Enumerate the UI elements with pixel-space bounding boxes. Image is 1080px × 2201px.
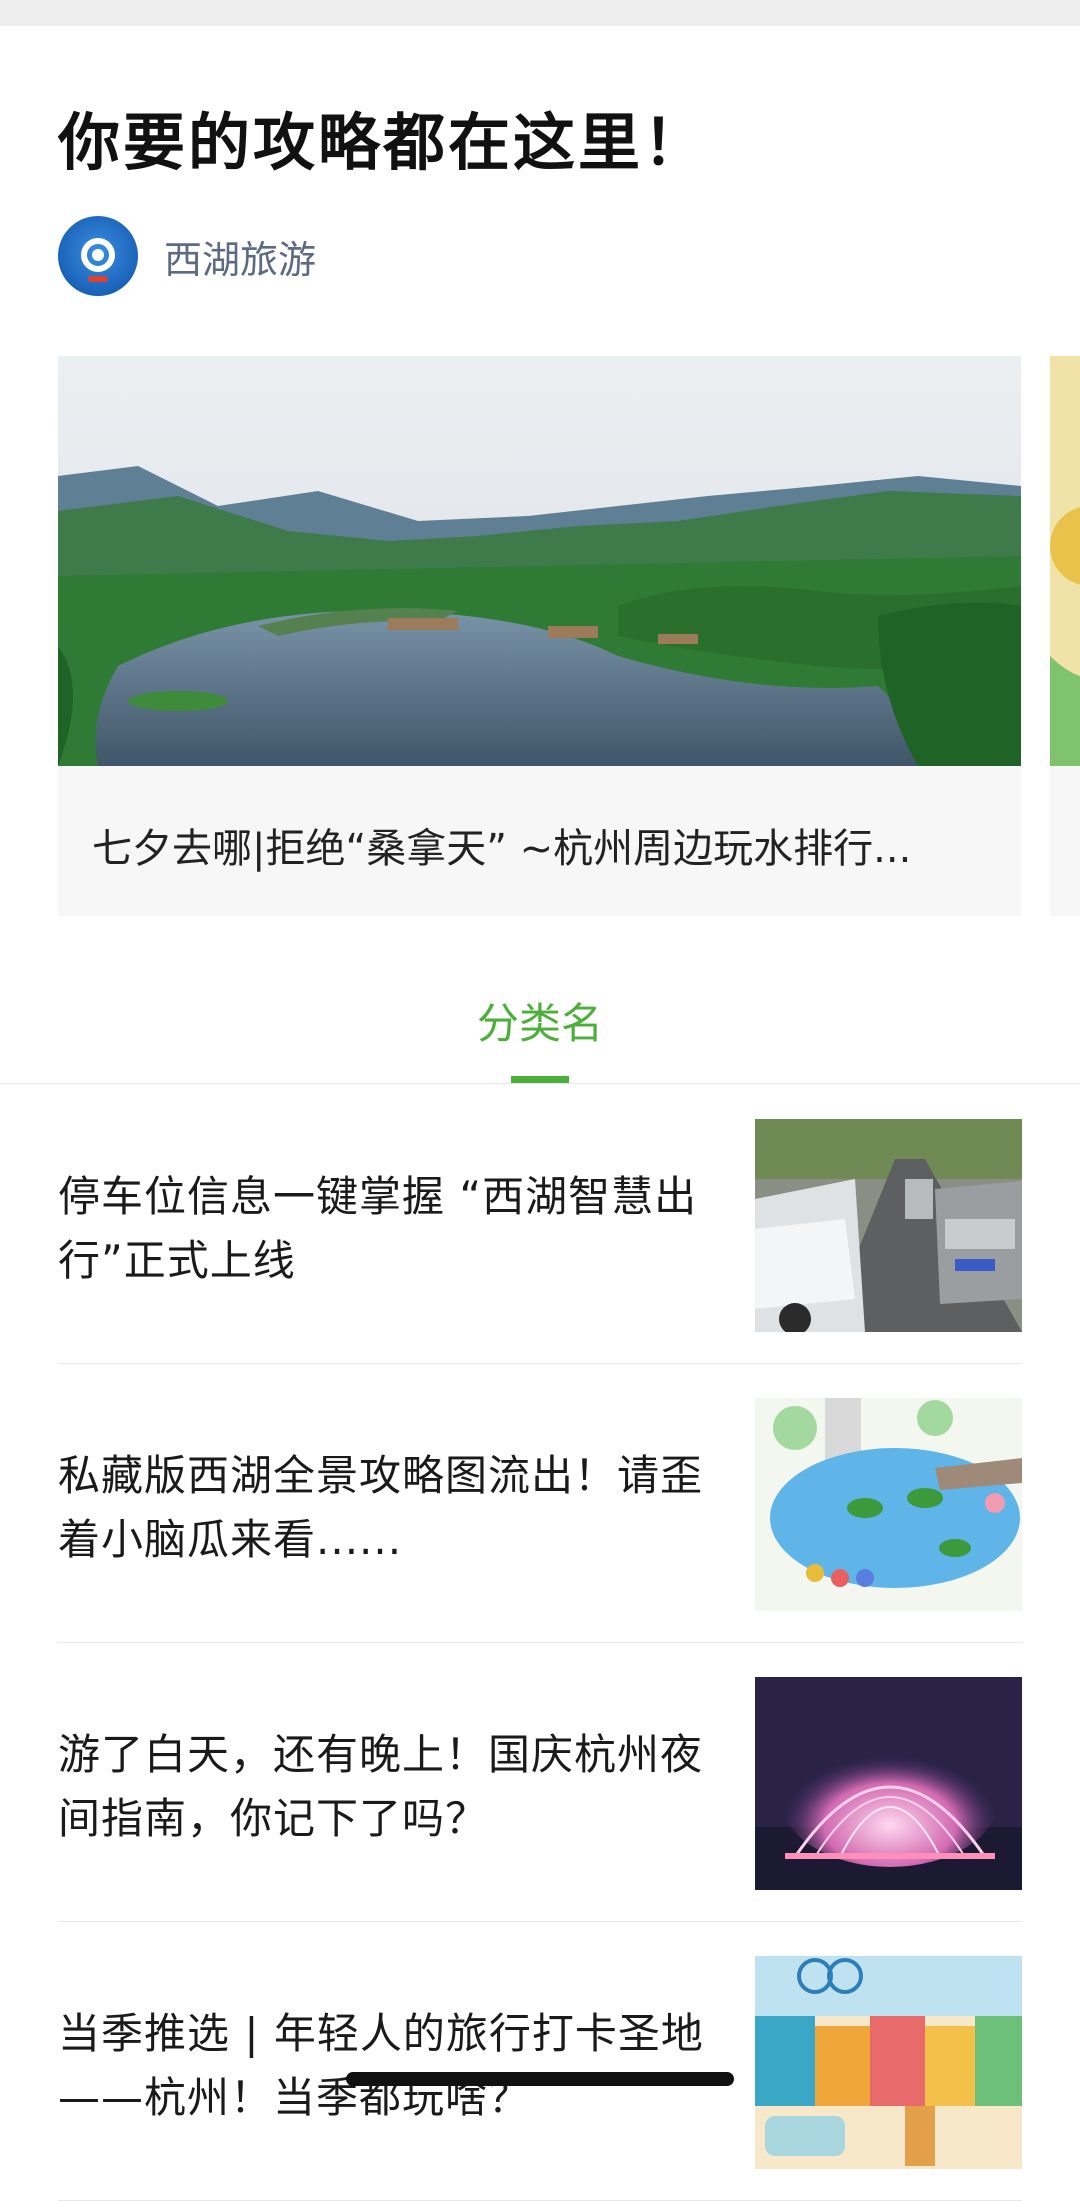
card-image-lake-landscape bbox=[58, 356, 1021, 766]
home-indicator[interactable] bbox=[346, 2072, 734, 2086]
article-title[interactable]: 游了白天，还有晚上！国庆杭州夜间指南，你记下了吗？ bbox=[58, 1723, 718, 1851]
status-bar-strip bbox=[0, 0, 1080, 26]
category-tab-bar: 分类名 bbox=[0, 980, 1080, 1084]
article-title[interactable]: 私藏版西湖全景攻略图流出！请歪着小脑瓜来看...... bbox=[58, 1444, 718, 1572]
featured-carousel[interactable]: 七夕去哪|拒绝“桑拿天” ~杭州周边玩水排行... bbox=[0, 356, 1080, 916]
tab-category[interactable]: 分类名 bbox=[440, 990, 640, 1051]
next-card-image bbox=[1050, 356, 1080, 766]
article-title[interactable]: 当季推选 | 年轻人的旅行打卡圣地——杭州！当季都玩啥？ bbox=[58, 2002, 718, 2130]
featured-card[interactable]: 七夕去哪|拒绝“桑拿天” ~杭州周边玩水排行... bbox=[58, 356, 1021, 916]
account-name[interactable]: 西湖旅游 bbox=[164, 229, 316, 284]
article-thumbnail-summer-poster[interactable] bbox=[755, 1956, 1022, 2169]
list-item[interactable]: 游了白天，还有晚上！国庆杭州夜间指南，你记下了吗？ bbox=[0, 1643, 1080, 1922]
list-item[interactable]: 当季推选 | 年轻人的旅行打卡圣地——杭州！当季都玩啥？ bbox=[0, 1922, 1080, 2201]
next-card-peek[interactable] bbox=[1050, 356, 1080, 916]
featured-card-title[interactable]: 七夕去哪|拒绝“桑拿天” ~杭州周边玩水排行... bbox=[92, 816, 992, 874]
article-thumbnail-parking[interactable] bbox=[755, 1119, 1022, 1332]
list-item[interactable]: 停车位信息一键掌握 “西湖智慧出行”正式上线 bbox=[0, 1085, 1080, 1364]
article-thumbnail-map-illustration[interactable] bbox=[755, 1398, 1022, 1611]
article-title[interactable]: 停车位信息一键掌握 “西湖智慧出行”正式上线 bbox=[58, 1165, 718, 1293]
tab-active-indicator bbox=[511, 1076, 569, 1083]
article-list: 停车位信息一键掌握 “西湖智慧出行”正式上线 私藏版西湖全景攻略图流出！请歪着小… bbox=[0, 1085, 1080, 2201]
account-row[interactable]: 西湖旅游 bbox=[58, 216, 316, 296]
article-thumbnail-night-fountain[interactable] bbox=[755, 1677, 1022, 1890]
list-item[interactable]: 私藏版西湖全景攻略图流出！请歪着小脑瓜来看...... bbox=[0, 1364, 1080, 1643]
page-title: 你要的攻略都在这里！ bbox=[58, 106, 709, 179]
xihu-logo-icon[interactable] bbox=[58, 216, 138, 296]
